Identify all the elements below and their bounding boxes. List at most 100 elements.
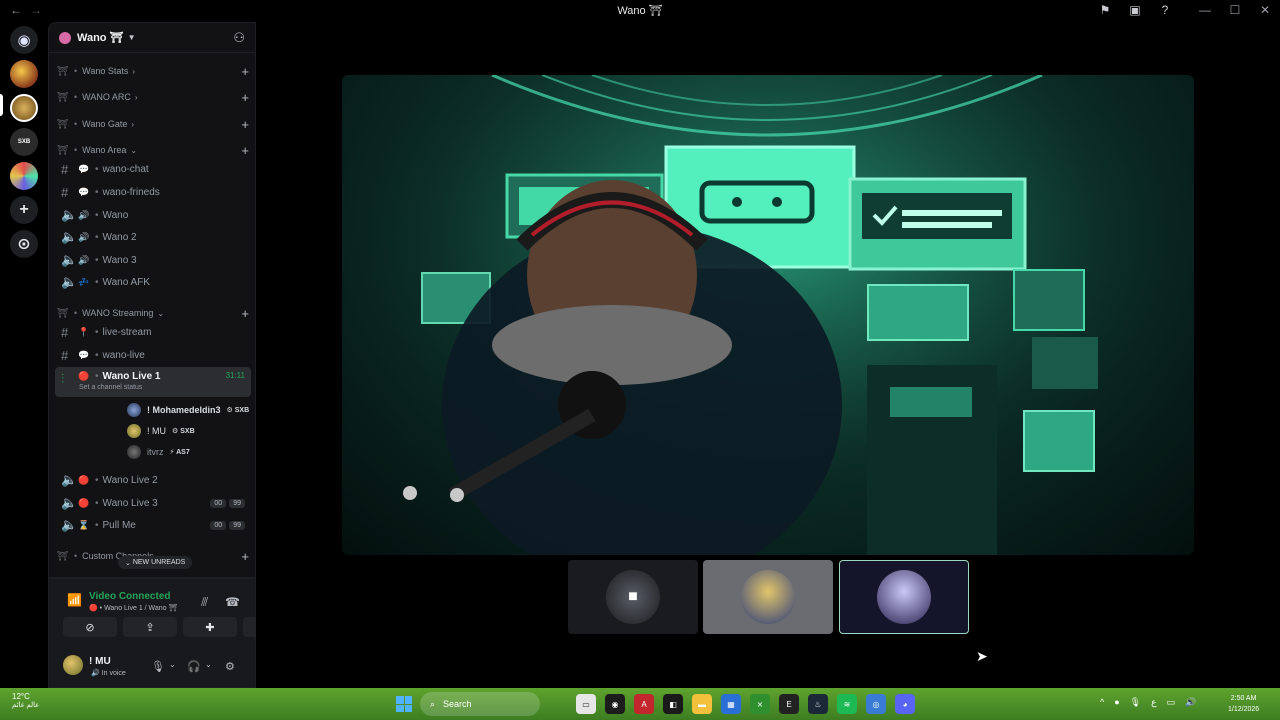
obs-icon[interactable]: ◉ (605, 694, 625, 714)
taskbar-search[interactable]: ⌕ Search (420, 692, 540, 716)
title-bar: ← → Wano ⛩ ⚑ ▣ ? — ☐ ✕ (0, 0, 1280, 22)
flag-icon[interactable]: ⚑ (1098, 3, 1112, 17)
speech-bubble-icon: 💬 (78, 163, 90, 174)
channel-pull-me[interactable]: 🔈 ⌛ • Pull Me 00 99 (55, 515, 251, 535)
server-icon-wano[interactable] (10, 94, 38, 122)
new-unreads-pill[interactable]: ⌄ NEW UNREADS (118, 556, 193, 569)
invite-people-icon[interactable]: ⚇ (233, 30, 245, 46)
category-wano-stats[interactable]: ⛩ • Wano Stats › + (57, 63, 249, 79)
xbox-icon[interactable]: ⨯ (750, 694, 770, 714)
tray-app-icon[interactable]: ● (1114, 697, 1119, 708)
chevron-down-icon[interactable]: ⌄ (169, 660, 176, 669)
signal-icon[interactable]: 📶 (67, 593, 82, 607)
discord-home-icon[interactable]: ◉ (10, 26, 38, 54)
clan-tag: ⚙ SXB (172, 428, 195, 435)
speaker-emoji-icon: 🔊 (78, 231, 90, 242)
camera-off-button[interactable]: ⊘ (63, 617, 117, 637)
voice-status-label[interactable]: Video Connected (89, 591, 171, 602)
participant-tile-3[interactable] (839, 560, 969, 634)
category-wano-area[interactable]: ⛩ • Wano Area ⌄ + (57, 142, 249, 158)
create-channel-icon[interactable]: + (241, 306, 249, 321)
app-dark-icon[interactable]: ◧ (663, 694, 683, 714)
hourglass-icon: ⌛ (78, 519, 90, 530)
speaker-icon: 🔈 (61, 207, 78, 222)
epic-games-icon[interactable]: E (779, 694, 799, 714)
video-stream[interactable] (342, 75, 1194, 555)
category-wano-streaming[interactable]: ⛩ • WANO Streaming ⌄ + (57, 305, 249, 321)
server-header[interactable]: Wano ⛩ ▼ ⚇ (49, 23, 255, 53)
server-icon-1[interactable] (10, 60, 38, 88)
channel-label: wano-frineds (102, 186, 160, 198)
user-avatar[interactable] (63, 655, 83, 675)
chevron-right-icon: › (134, 92, 138, 102)
channel-status-prompt[interactable]: Set a channel status (79, 384, 142, 391)
user-name[interactable]: ! MU (89, 656, 111, 667)
maximize-icon[interactable]: ☐ (1228, 3, 1242, 17)
volume-icon[interactable]: 🔊 (1185, 697, 1196, 708)
user-panel: ! MU 🔊 In voice 🎙 ⌄ 🎧 ⌄ ⚙ (49, 647, 257, 687)
noise-suppression-icon[interactable]: ⫻ (201, 595, 208, 610)
channel-wano-3[interactable]: 🔈 🔊 • Wano 3 (55, 250, 251, 270)
channel-wano-2[interactable]: 🔈 🔊 • Wano 2 (55, 227, 251, 247)
channel-wano-live[interactable]: # 💬 • wano-live (55, 345, 251, 365)
network-icon[interactable]: ▭ (1166, 697, 1175, 708)
close-icon[interactable]: ✕ (1258, 3, 1272, 17)
channel-live-stream[interactable]: # 📍 • live-stream (55, 322, 251, 342)
discord-taskbar-icon[interactable]: ◕ (895, 694, 915, 714)
taskbar-clock[interactable]: 2:50 AM 1/12/2026 (1228, 693, 1259, 715)
clock-time: 2:50 AM (1230, 695, 1257, 702)
category-label: WANO Streaming (82, 308, 154, 318)
create-channel-icon[interactable]: + (241, 117, 249, 132)
torii-icon: ⛩ (57, 144, 69, 155)
spotify-icon[interactable]: ≋ (837, 694, 857, 714)
app-red-icon[interactable]: A (634, 694, 654, 714)
create-channel-icon[interactable]: + (241, 90, 249, 105)
minimize-icon[interactable]: — (1198, 3, 1212, 17)
tray-mic-icon[interactable]: 🎙 (1130, 697, 1141, 708)
participant-tile-2[interactable] (703, 560, 833, 634)
activities-button[interactable]: ✚ (183, 617, 237, 637)
task-view-icon[interactable]: ▭ (576, 694, 596, 714)
tray-overflow-icon[interactable]: ^ (1100, 697, 1104, 708)
microphone-icon[interactable]: 🎙 (151, 660, 165, 673)
discover-icon[interactable]: ⊙ (10, 230, 38, 258)
stream-scene-illustration (342, 75, 1194, 555)
headphones-icon[interactable]: 🎧 (187, 660, 201, 673)
channel-wano-live-2[interactable]: 🔈 🔴 • Wano Live 2 (55, 470, 251, 490)
help-icon[interactable]: ? (1158, 3, 1172, 17)
create-channel-icon[interactable]: + (241, 549, 249, 564)
channel-wano-afk[interactable]: 🔈 💤 • Wano AFK (55, 272, 251, 292)
create-channel-icon[interactable]: + (241, 143, 249, 158)
steam-icon[interactable]: ♨ (808, 694, 828, 714)
browser-icon[interactable]: ◎ (866, 694, 886, 714)
red-circle-icon: 🔴 (78, 371, 90, 381)
category-wano-arc[interactable]: ⛩ • WANO ARC › + (57, 89, 249, 105)
category-wano-gate[interactable]: ⛩ • Wano Gate › + (57, 116, 249, 132)
server-folder-icon[interactable] (10, 162, 38, 190)
channel-wano-live-1[interactable]: ⫶ 🔴 • Wano Live 1 31:11 Set a channel sta… (55, 367, 251, 397)
voice-user[interactable]: itvrz ⚡ AS7 ■ (127, 443, 255, 461)
channel-wano-chat[interactable]: # 💬 • wano-chat (55, 159, 251, 179)
inbox-icon[interactable]: ▣ (1128, 3, 1142, 17)
settings-gear-icon[interactable]: ⚙ (225, 660, 235, 673)
channel-wano[interactable]: 🔈 🔊 • Wano (55, 205, 251, 225)
voice-user[interactable]: ! Mohamedeldin3 ⚙ SXB (127, 401, 249, 419)
create-channel-icon[interactable]: + (241, 64, 249, 79)
channel-wano-frineds[interactable]: # 💬 • wano-frineds (55, 182, 251, 202)
windows-start-icon[interactable] (396, 696, 412, 712)
voice-location[interactable]: 🔴 • Wano Live 1 / Wano ⛩ (89, 604, 177, 612)
screen-share-button[interactable]: ⇪ (123, 617, 177, 637)
chevron-down-icon[interactable]: ⌄ (205, 660, 212, 669)
file-explorer-icon[interactable]: ▬ (692, 694, 712, 714)
server-icon-sxb[interactable]: SXB (10, 128, 38, 156)
add-server-icon[interactable]: + (10, 196, 38, 224)
weather-widget[interactable]: 12°C عالم غائم (12, 692, 39, 709)
participant-tile-1[interactable]: ■ (568, 560, 698, 634)
language-indicator[interactable]: ع (1151, 697, 1156, 708)
temperature: 12°C (12, 692, 30, 701)
store-icon[interactable]: ▦ (721, 694, 741, 714)
voice-user[interactable]: ! MU ⚙ SXB (127, 422, 195, 440)
channel-wano-live-3[interactable]: 🔈 🔴 • Wano Live 3 00 99 (55, 493, 251, 513)
disconnect-icon[interactable]: ☎ (225, 595, 240, 609)
windows-taskbar: 12°C عالم غائم ⌕ Search ▭ ◉ A ◧ ▬ ▦ ⨯ E … (0, 688, 1280, 720)
